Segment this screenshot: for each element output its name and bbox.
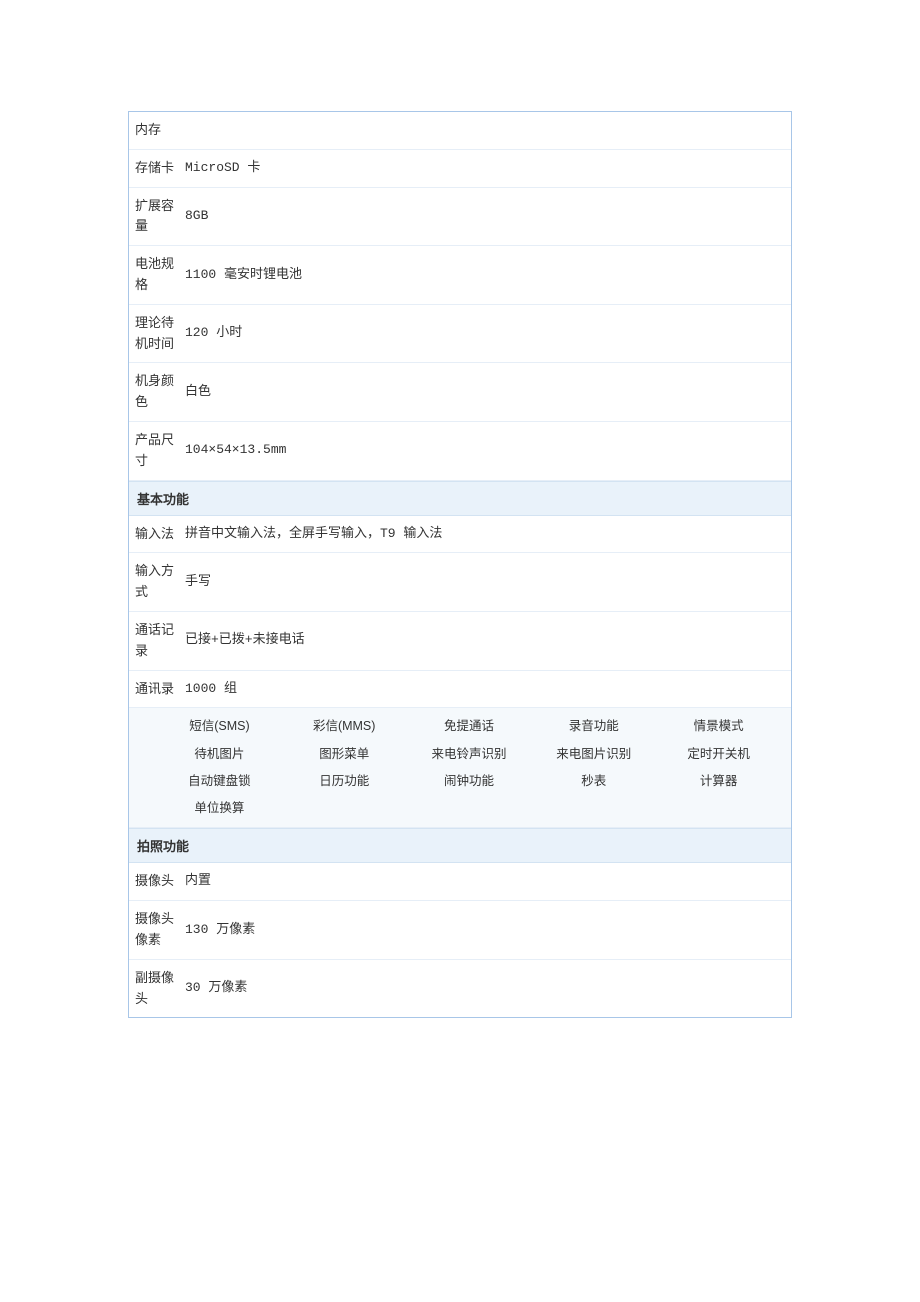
spec-value: 130 万像素	[175, 920, 781, 941]
spec-table: 内存 存储卡 MicroSD 卡 扩展容量 8GB 电池规格 1100 毫安时锂…	[128, 111, 792, 1018]
spec-row: 理论待机时间 120 小时	[129, 305, 791, 364]
feature-item: 来电铃声识别	[407, 742, 532, 767]
spec-label: 副摄像头	[135, 968, 175, 1010]
spec-label: 电池规格	[135, 254, 175, 296]
spec-value: 1000 组	[175, 679, 781, 700]
spec-row: 存储卡 MicroSD 卡	[129, 150, 791, 188]
spec-label: 产品尺寸	[135, 430, 175, 472]
spec-label: 摄像头像素	[135, 909, 175, 951]
feature-item: 秒表	[531, 769, 656, 794]
spec-value: MicroSD 卡	[175, 158, 781, 179]
feature-item: 自动键盘锁	[157, 769, 282, 794]
spec-label: 摄像头	[135, 871, 175, 892]
spec-row: 通讯录 1000 组	[129, 671, 791, 709]
feature-item: 短信(SMS)	[157, 714, 282, 739]
spec-label: 通话记录	[135, 620, 175, 662]
spec-row: 摄像头 内置	[129, 863, 791, 901]
spec-value: 30 万像素	[175, 978, 781, 999]
spec-value: 已接+已拨+未接电话	[175, 630, 781, 651]
feature-item: 闹钟功能	[407, 769, 532, 794]
spec-row: 电池规格 1100 毫安时锂电池	[129, 246, 791, 305]
spec-row: 摄像头像素 130 万像素	[129, 901, 791, 960]
page: 内存 存储卡 MicroSD 卡 扩展容量 8GB 电池规格 1100 毫安时锂…	[0, 0, 920, 1302]
spec-row: 产品尺寸 104×54×13.5mm	[129, 422, 791, 481]
spec-value: 1100 毫安时锂电池	[175, 265, 781, 286]
spec-label: 理论待机时间	[135, 313, 175, 355]
feature-grid: 短信(SMS) 彩信(MMS) 免提通话 录音功能 情景模式 待机图片 图形菜单…	[129, 708, 791, 828]
section-header-basic: 基本功能	[129, 481, 791, 516]
feature-item: 图形菜单	[282, 742, 407, 767]
spec-value: 拼音中文输入法，全屏手写输入，T9 输入法	[175, 524, 781, 545]
spec-row: 扩展容量 8GB	[129, 188, 791, 247]
spec-label: 扩展容量	[135, 196, 175, 238]
feature-item: 来电图片识别	[531, 742, 656, 767]
spec-value: 104×54×13.5mm	[175, 440, 781, 461]
section-header-camera: 拍照功能	[129, 828, 791, 863]
feature-item: 日历功能	[282, 769, 407, 794]
feature-item: 计算器	[656, 769, 781, 794]
spec-row: 内存	[129, 112, 791, 150]
feature-item: 定时开关机	[656, 742, 781, 767]
feature-item: 情景模式	[656, 714, 781, 739]
spec-row: 通话记录 已接+已拨+未接电话	[129, 612, 791, 671]
spec-label: 内存	[135, 120, 175, 141]
spec-label: 输入方式	[135, 561, 175, 603]
spec-value: 手写	[175, 572, 781, 593]
spec-value: 内置	[175, 871, 781, 892]
feature-item: 免提通话	[407, 714, 532, 739]
spec-label: 机身颜色	[135, 371, 175, 413]
feature-item: 单位换算	[157, 796, 282, 821]
feature-item: 待机图片	[157, 742, 282, 767]
spec-label: 输入法	[135, 524, 175, 545]
feature-item: 录音功能	[531, 714, 656, 739]
spec-row: 机身颜色 白色	[129, 363, 791, 422]
spec-row: 输入法 拼音中文输入法，全屏手写输入，T9 输入法	[129, 516, 791, 554]
spec-label: 通讯录	[135, 679, 175, 700]
spec-row: 副摄像头 30 万像素	[129, 960, 791, 1018]
spec-value: 120 小时	[175, 323, 781, 344]
spec-value: 白色	[175, 382, 781, 403]
spec-label: 存储卡	[135, 158, 175, 179]
spec-value: 8GB	[175, 206, 781, 227]
feature-item: 彩信(MMS)	[282, 714, 407, 739]
spec-row: 输入方式 手写	[129, 553, 791, 612]
